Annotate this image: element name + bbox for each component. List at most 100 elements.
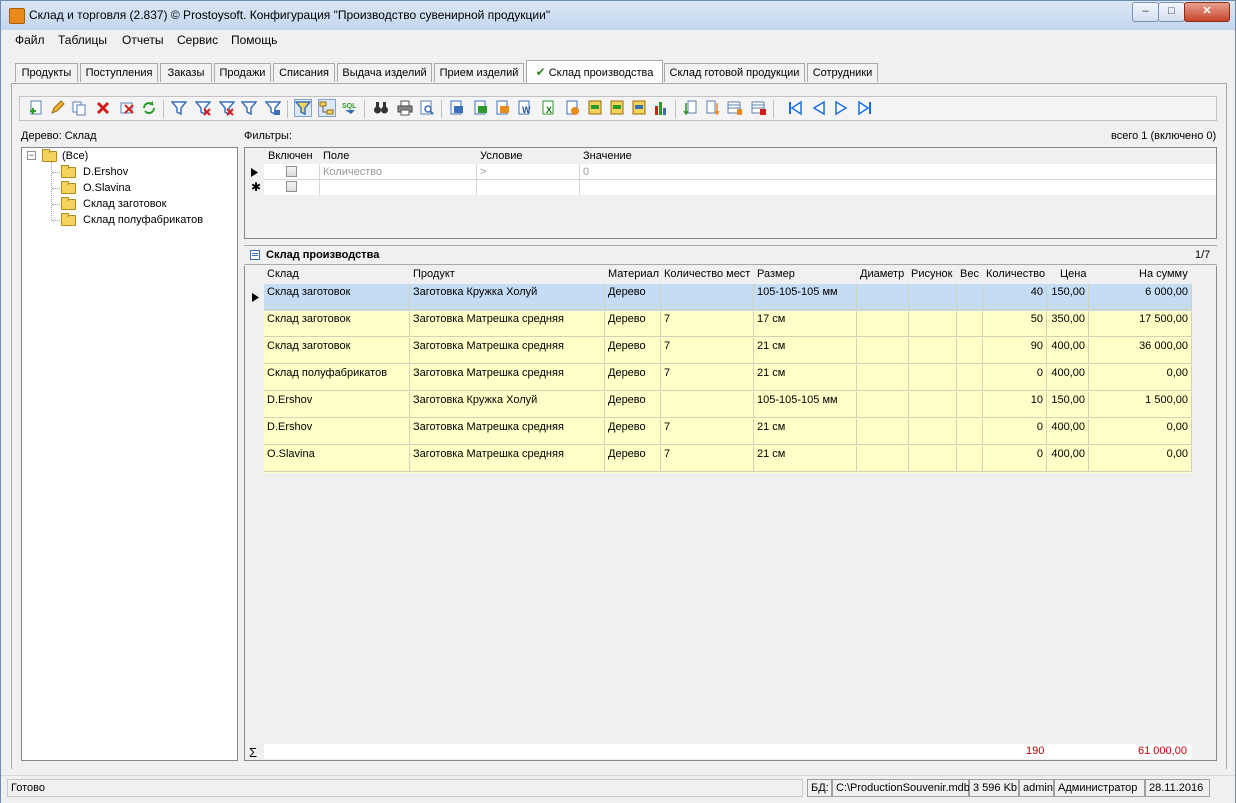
cell-diameter[interactable]	[857, 311, 909, 337]
maximize-button[interactable]: □	[1158, 2, 1185, 22]
minimize-button[interactable]: –	[1132, 2, 1159, 22]
table-row[interactable]: Склад заготовок Заготовка Матрешка средня…	[264, 311, 1192, 338]
cell-product[interactable]: Заготовка Матрешка средняя	[410, 419, 605, 445]
tab-finished-goods[interactable]: Склад готовой продукции	[664, 63, 805, 82]
col-header-warehouse[interactable]: Склад	[267, 268, 299, 283]
table-row[interactable]: D.Ershov Заготовка Кружка Холуй Дерево 105-…	[264, 392, 1192, 419]
cell-warehouse[interactable]: D.Ershov	[264, 392, 410, 418]
print-preview-icon[interactable]	[419, 100, 435, 116]
cell-weight[interactable]	[957, 311, 983, 337]
cell-drawing[interactable]	[909, 365, 957, 391]
col-header-drawing[interactable]: Рисунок	[911, 268, 953, 283]
menu-reports[interactable]: Отчеты	[122, 33, 163, 47]
menu-help[interactable]: Помощь	[231, 33, 277, 47]
cell-weight[interactable]	[957, 446, 983, 472]
table-row[interactable]: O.Slavina Заготовка Матрешка средняя Дерев…	[264, 446, 1192, 473]
cell-price[interactable]: 400,00	[1047, 338, 1089, 364]
export-xml-icon[interactable]	[609, 100, 625, 116]
filter-field[interactable]: Количество	[323, 165, 382, 180]
export-html-icon[interactable]	[495, 100, 511, 116]
col-header-quantity[interactable]: Количество	[986, 268, 1045, 283]
cell-diameter[interactable]	[857, 392, 909, 418]
cell-quantity[interactable]: 50	[983, 311, 1047, 337]
filter-condition[interactable]: >	[480, 165, 486, 180]
cell-drawing[interactable]	[909, 446, 957, 472]
cell-material[interactable]: Дерево	[605, 419, 661, 445]
export-dbf-icon[interactable]	[587, 100, 603, 116]
chart-icon[interactable]	[653, 100, 669, 116]
menu-tables[interactable]: Таблицы	[58, 33, 107, 47]
cell-sum[interactable]: 6 000,00	[1089, 284, 1192, 310]
export-sql-icon[interactable]	[631, 100, 647, 116]
print-icon[interactable]	[397, 100, 413, 116]
cell-places[interactable]: 7	[661, 365, 754, 391]
sql-icon[interactable]: SQL	[342, 100, 358, 116]
col-header-diameter[interactable]: Диаметр	[860, 268, 904, 283]
export-text-icon[interactable]	[565, 100, 581, 116]
cell-price[interactable]: 150,00	[1047, 392, 1089, 418]
cell-sum[interactable]: 0,00	[1089, 365, 1192, 391]
table-row[interactable]: D.Ershov Заготовка Матрешка средняя Дерево…	[264, 419, 1192, 446]
columns-icon[interactable]	[727, 100, 743, 116]
cell-quantity[interactable]: 0	[983, 365, 1047, 391]
filter-enabled-checkbox[interactable]	[286, 166, 297, 177]
col-header-material[interactable]: Материал	[608, 268, 659, 283]
tab-products[interactable]: Продукты	[15, 63, 78, 82]
cell-size[interactable]: 21 см	[754, 419, 857, 445]
cell-price[interactable]: 150,00	[1047, 284, 1089, 310]
tab-receipts[interactable]: Поступления	[80, 63, 158, 82]
cell-price[interactable]: 350,00	[1047, 311, 1089, 337]
tree-item[interactable]: Склад полуфабрикатов	[83, 212, 203, 228]
filter-value[interactable]: 0	[583, 165, 589, 180]
cell-diameter[interactable]	[857, 338, 909, 364]
sort-desc-icon[interactable]	[705, 100, 721, 116]
table-row[interactable]: Склад заготовок Заготовка Кружка Холуй Дер…	[264, 284, 1192, 311]
cell-weight[interactable]	[957, 392, 983, 418]
cell-sum[interactable]: 0,00	[1089, 419, 1192, 445]
cell-product[interactable]: Заготовка Матрешка средняя	[410, 446, 605, 472]
cell-product[interactable]: Заготовка Кружка Холуй	[410, 284, 605, 310]
cell-places[interactable]: 7	[661, 338, 754, 364]
cell-material[interactable]: Дерево	[605, 392, 661, 418]
cell-quantity[interactable]: 10	[983, 392, 1047, 418]
cell-product[interactable]: Заготовка Матрешка средняя	[410, 338, 605, 364]
cell-drawing[interactable]	[909, 338, 957, 364]
tree-item[interactable]: O.Slavina	[83, 180, 131, 196]
cell-sum[interactable]: 36 000,00	[1089, 338, 1192, 364]
filter-clear-icon[interactable]	[219, 100, 235, 116]
cell-diameter[interactable]	[857, 365, 909, 391]
cell-warehouse[interactable]: O.Slavina	[264, 446, 410, 472]
tab-issue[interactable]: Выдача изделий	[337, 63, 432, 82]
cell-size[interactable]: 17 см	[754, 311, 857, 337]
cell-places[interactable]: 7	[661, 446, 754, 472]
cell-material[interactable]: Дерево	[605, 311, 661, 337]
export-icon[interactable]	[449, 100, 465, 116]
cell-warehouse[interactable]: Склад заготовок	[264, 284, 410, 310]
filter-col-enabled[interactable]: Включен	[268, 149, 313, 164]
filter-remove-icon[interactable]	[195, 100, 211, 116]
refresh-icon[interactable]	[141, 100, 157, 116]
filter-panel-icon[interactable]	[294, 99, 312, 117]
cell-price[interactable]: 400,00	[1047, 419, 1089, 445]
cell-quantity[interactable]: 0	[983, 446, 1047, 472]
menu-file[interactable]: Файл	[15, 33, 45, 47]
export-excel-icon[interactable]: X	[541, 100, 557, 116]
cell-places[interactable]	[661, 392, 754, 418]
cell-warehouse[interactable]: D.Ershov	[264, 419, 410, 445]
table-row[interactable]: Склад заготовок Заготовка Матрешка средня…	[264, 338, 1192, 365]
filter-add-icon[interactable]	[241, 100, 257, 116]
cell-drawing[interactable]	[909, 392, 957, 418]
menu-service[interactable]: Сервис	[177, 33, 218, 47]
cell-warehouse[interactable]: Склад заготовок	[264, 338, 410, 364]
cell-drawing[interactable]	[909, 311, 957, 337]
cell-product[interactable]: Заготовка Матрешка средняя	[410, 311, 605, 337]
add-record-icon[interactable]	[28, 100, 44, 116]
tab-orders[interactable]: Заказы	[160, 63, 212, 82]
tree-item[interactable]: D.Ershov	[83, 164, 128, 180]
tab-sales[interactable]: Продажи	[214, 63, 271, 82]
export-word-icon[interactable]: W	[517, 100, 533, 116]
tab-employees[interactable]: Сотрудники	[807, 63, 878, 82]
cell-material[interactable]: Дерево	[605, 338, 661, 364]
col-header-size[interactable]: Размер	[757, 268, 795, 283]
cell-size[interactable]: 105-105-105 мм	[754, 284, 857, 310]
